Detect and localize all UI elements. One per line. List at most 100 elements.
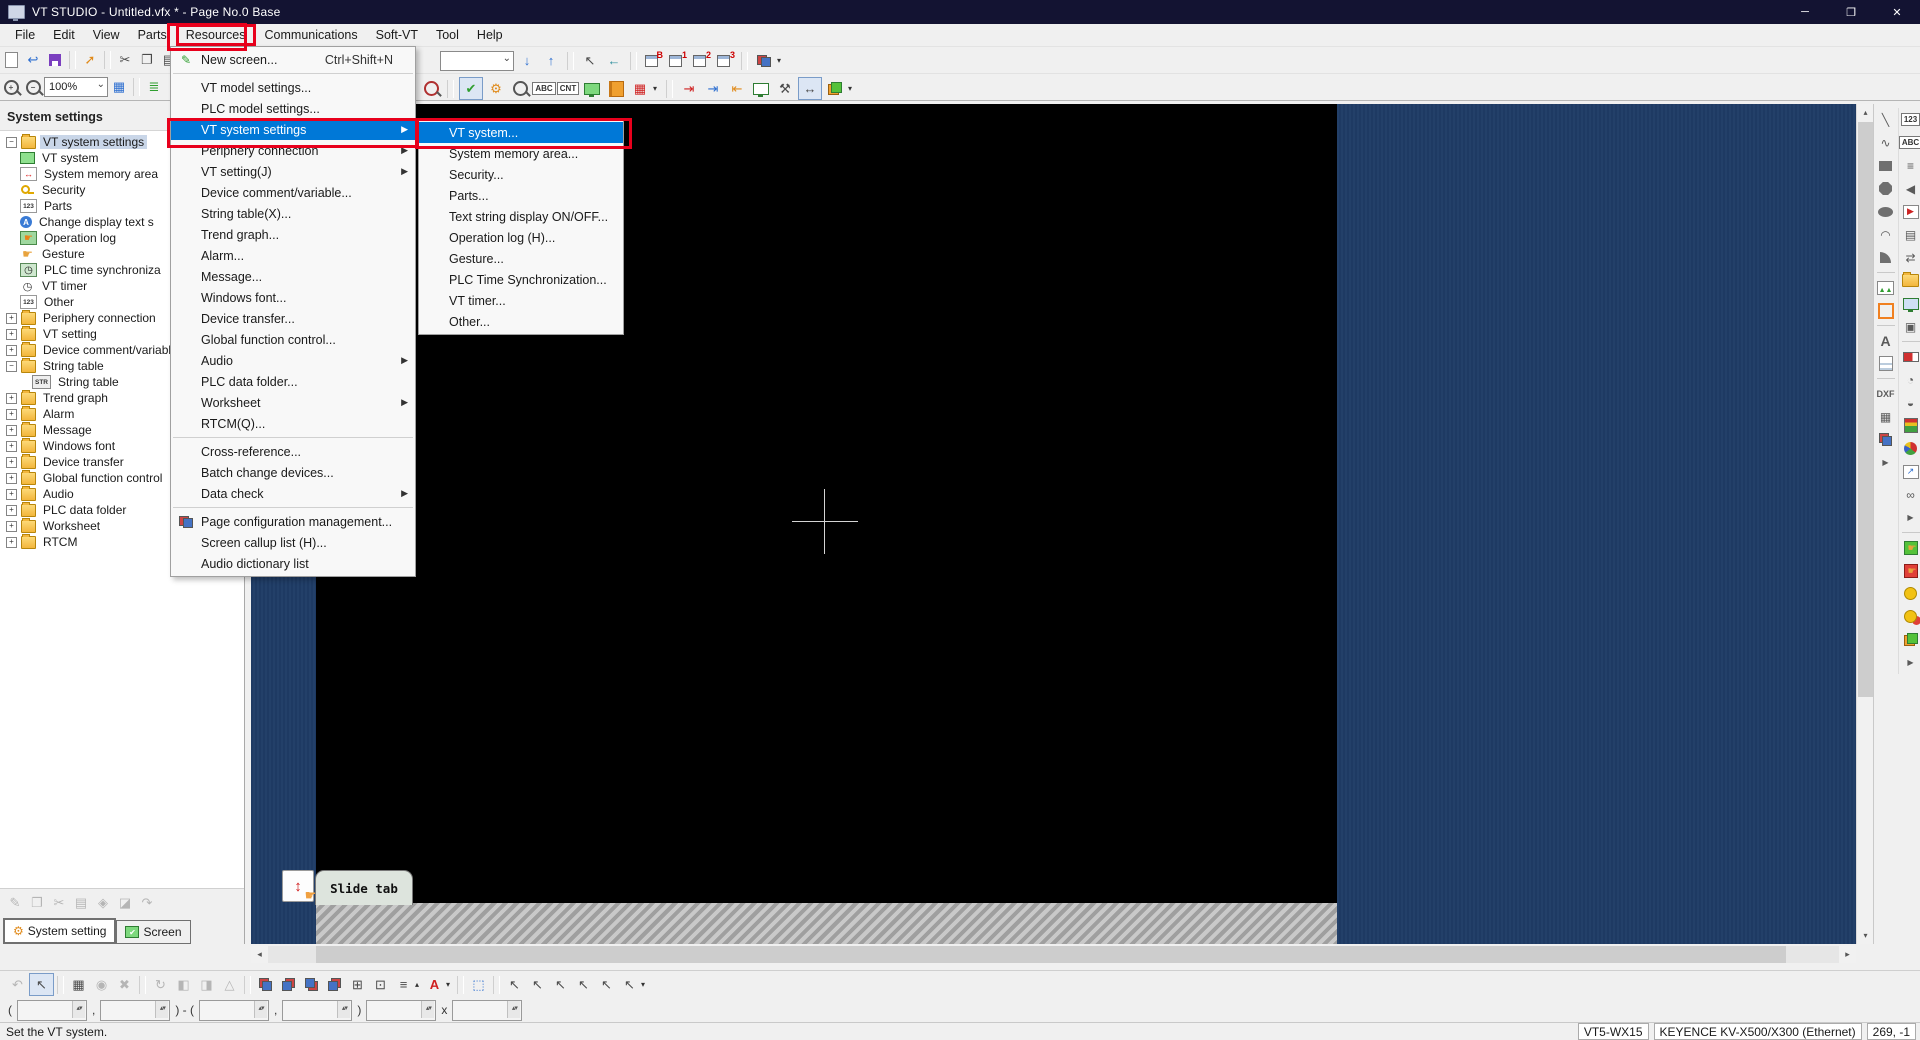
recipe-folder-icon[interactable]	[1900, 270, 1920, 291]
comm-setting-dropdown[interactable]: ▾	[848, 84, 856, 93]
restore-button[interactable]: ❐	[1828, 0, 1874, 24]
rectangle-tool-icon[interactable]	[1875, 155, 1896, 176]
menu-item-device-comment[interactable]: Device comment/variable...	[171, 182, 415, 203]
menu-item-vt-setting-j[interactable]: VT setting(J)▶	[171, 161, 415, 182]
slide-tab-part[interactable]: Slide tab	[315, 870, 413, 905]
pie-chart-icon[interactable]	[1900, 438, 1920, 459]
vt-monitor-icon[interactable]	[750, 78, 772, 99]
coord-y1-input[interactable]	[100, 1000, 170, 1021]
menu-item-rtcm[interactable]: RTCM(Q)...	[171, 413, 415, 434]
window-screen-2-icon[interactable]: 2	[690, 51, 712, 71]
submenu-item-parts[interactable]: Parts...	[419, 185, 623, 206]
scroll-up-button[interactable]: ▴	[1857, 104, 1874, 121]
remote-monitor-icon[interactable]	[1900, 293, 1920, 314]
scroll-left-button[interactable]: ◂	[251, 946, 268, 963]
bring-forward-icon[interactable]	[300, 974, 323, 995]
menu-parts[interactable]: Parts	[129, 26, 176, 44]
menu-resources[interactable]: Resources	[176, 24, 256, 46]
expand-icon[interactable]: +	[6, 521, 17, 532]
expand-icon[interactable]: +	[6, 329, 17, 340]
send-to-back-icon[interactable]	[277, 974, 300, 995]
screen-edit-icon[interactable]	[459, 77, 483, 100]
copy-icon[interactable]	[136, 50, 158, 71]
menu-item-trend-graph[interactable]: Trend graph...	[171, 224, 415, 245]
view-search-icon[interactable]	[509, 78, 531, 99]
screen-overlap-icon[interactable]	[1875, 429, 1896, 450]
menu-view[interactable]: View	[84, 26, 129, 44]
fit-width-icon[interactable]	[346, 974, 369, 995]
submenu-item-vt-system[interactable]: VT system...	[419, 122, 623, 143]
font-color-icon[interactable]	[423, 974, 446, 995]
level-meter-icon[interactable]	[1900, 346, 1920, 367]
table-tool-icon[interactable]	[1875, 406, 1896, 427]
fit-height-icon[interactable]	[369, 974, 392, 995]
frame-tool-icon[interactable]	[1875, 300, 1896, 321]
numeric-display-icon[interactable]: 123	[1900, 109, 1920, 130]
menu-item-audio[interactable]: Audio▶	[171, 350, 415, 371]
usb-connection-icon[interactable]	[798, 77, 822, 100]
menu-item-cross-reference[interactable]: Cross-reference...	[171, 441, 415, 462]
lamp-part-icon[interactable]	[1900, 583, 1920, 604]
menu-help[interactable]: Help	[468, 26, 512, 44]
select-text-mode-icon[interactable]	[572, 974, 595, 995]
coord-y2-input[interactable]	[282, 1000, 352, 1021]
menu-item-device-transfer[interactable]: Device transfer...	[171, 308, 415, 329]
more-graph-parts-button[interactable]	[1900, 507, 1920, 528]
window-screen-3-icon[interactable]: 3	[714, 51, 736, 71]
parts-stack-icon[interactable]	[1900, 629, 1920, 650]
more-switch-parts-button[interactable]	[1900, 652, 1920, 673]
back-screen-icon[interactable]	[603, 50, 625, 71]
comm-setting-icon[interactable]	[824, 78, 846, 99]
delete-screen-icon[interactable]	[92, 892, 114, 913]
polyline-tool-icon[interactable]	[1875, 132, 1896, 153]
expand-icon[interactable]: +	[6, 425, 17, 436]
cut-icon[interactable]	[114, 50, 136, 71]
rotate-icon[interactable]	[149, 974, 172, 995]
flip-horizontal-icon[interactable]	[172, 974, 195, 995]
grid-icon[interactable]	[108, 77, 130, 98]
reset-switch-icon[interactable]: ☛	[1900, 560, 1920, 581]
minimize-button[interactable]: ─	[1782, 0, 1828, 24]
expand-icon[interactable]: +	[6, 537, 17, 548]
undo-arrange-icon[interactable]	[6, 974, 29, 995]
edit-screen-icon[interactable]	[4, 892, 26, 913]
menu-item-string-table[interactable]: String table(X)...	[171, 203, 415, 224]
zoom-level-combobox[interactable]: 100%	[44, 77, 108, 97]
expand-icon[interactable]: +	[6, 457, 17, 468]
coord-width-input[interactable]	[366, 1000, 436, 1021]
collapse-icon[interactable]: −	[6, 137, 17, 148]
sector-tool-icon[interactable]	[1875, 247, 1896, 268]
memo-tool-icon[interactable]	[1875, 353, 1896, 374]
menu-communications[interactable]: Communications	[256, 26, 367, 44]
menu-tool[interactable]: Tool	[427, 26, 468, 44]
range-select-icon[interactable]	[467, 974, 490, 995]
expand-icon[interactable]: +	[6, 441, 17, 452]
dxf-tool-icon[interactable]: DXF	[1875, 383, 1896, 404]
menu-item-audio-dictionary-list[interactable]: Audio dictionary list	[171, 553, 415, 574]
send-backward-icon[interactable]	[323, 974, 346, 995]
cut-screen-icon[interactable]	[48, 892, 70, 913]
select-mode-dropdown[interactable]: ▾	[641, 980, 649, 989]
comment-display-icon[interactable]	[1900, 155, 1920, 176]
receive-from-vt-icon[interactable]	[726, 78, 748, 99]
delete-parts-icon[interactable]	[113, 974, 136, 995]
send-to-vt-icon[interactable]	[678, 78, 700, 99]
menu-item-data-check[interactable]: Data check▶	[171, 483, 415, 504]
base-screen-icon[interactable]: B	[642, 51, 664, 71]
change-parts-icon[interactable]	[90, 974, 113, 995]
system-setting-icon[interactable]	[485, 78, 507, 99]
text-check-icon[interactable]: ABC	[533, 78, 555, 99]
free-rotate-icon[interactable]	[218, 974, 241, 995]
slide-tab-part-icon[interactable]: ↕ ☛	[282, 870, 314, 902]
expand-icon[interactable]: +	[6, 345, 17, 356]
select-cursor-icon[interactable]	[29, 973, 54, 996]
video-part-icon[interactable]: ▶	[1900, 201, 1920, 222]
flip-vertical-icon[interactable]	[195, 974, 218, 995]
polygon-tool-icon[interactable]	[1875, 178, 1896, 199]
bring-to-front-icon[interactable]	[254, 974, 277, 995]
page-config-icon[interactable]	[753, 50, 775, 71]
menu-item-message[interactable]: Message...	[171, 266, 415, 287]
data-transfer-part-icon[interactable]	[1900, 247, 1920, 268]
text-display-icon[interactable]: ABC	[1900, 132, 1920, 153]
vertical-scroll-thumb[interactable]	[1858, 122, 1873, 697]
